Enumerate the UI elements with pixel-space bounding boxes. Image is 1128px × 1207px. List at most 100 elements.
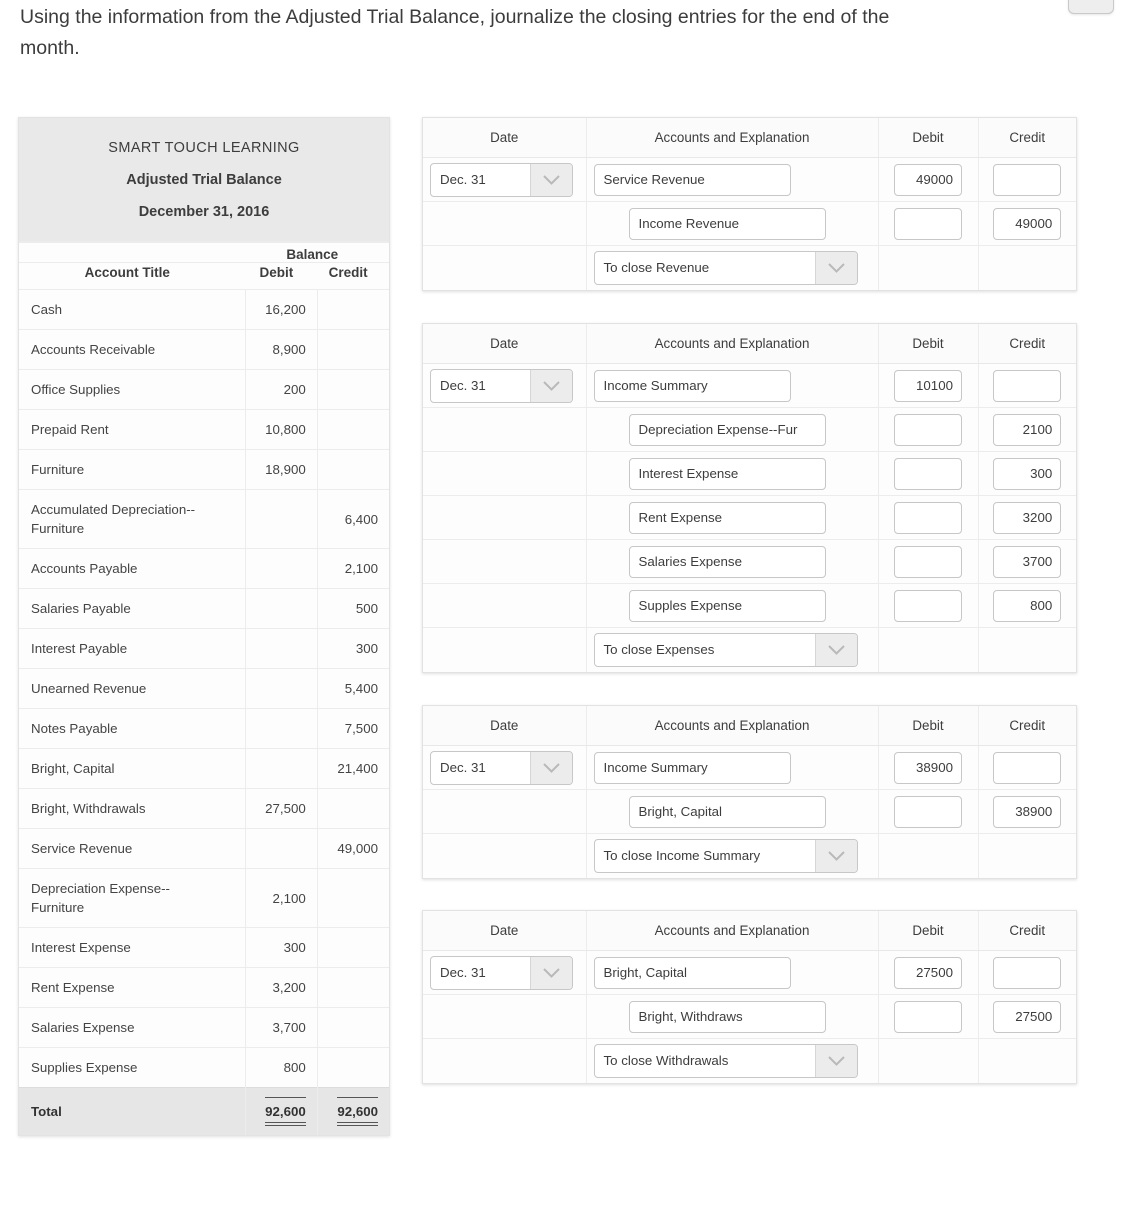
table-row: Furniture 18,900: [19, 449, 389, 490]
debit-input[interactable]: [894, 457, 962, 490]
credit-input[interactable]: [993, 369, 1062, 402]
credit-cell: [316, 369, 389, 410]
date-cell-empty: [423, 1038, 587, 1083]
debit-cell: 8,900: [245, 329, 318, 370]
debit-input[interactable]: [894, 795, 962, 828]
credit-input[interactable]: 3700: [993, 545, 1062, 578]
col-account-title: Account Title: [19, 262, 246, 289]
date-select[interactable]: Dec. 31: [430, 750, 573, 785]
journal-header-row: Date Accounts and Explanation Debit Credit: [423, 706, 1076, 746]
debit-input[interactable]: 49000: [894, 163, 962, 196]
account-title-cell: Prepaid Rent: [19, 409, 246, 450]
memo-select-value: To close Revenue: [603, 259, 710, 275]
debit-input[interactable]: [894, 207, 962, 240]
credit-input[interactable]: 49000: [993, 207, 1062, 240]
date-cell: Dec. 31: [423, 363, 587, 408]
chevron-down-icon[interactable]: [530, 163, 572, 196]
trial-balance-header: SMART TOUCH LEARNING Adjusted Trial Bala…: [19, 118, 389, 241]
debit-input[interactable]: [894, 413, 962, 446]
memo-select[interactable]: To close Revenue: [593, 250, 858, 285]
debit-cell: 38900: [878, 745, 979, 790]
debit-cell: 200: [245, 369, 318, 410]
date-select[interactable]: Dec. 31: [430, 368, 573, 403]
account-input[interactable]: Service Revenue: [593, 163, 791, 196]
report-name: Adjusted Trial Balance: [126, 172, 282, 188]
account-input[interactable]: Bright, Capital: [628, 795, 826, 828]
account-input[interactable]: Interest Expense: [628, 457, 826, 490]
date-select[interactable]: Dec. 31: [430, 955, 573, 990]
account-input[interactable]: Salaries Expense: [628, 545, 826, 578]
account-input[interactable]: Income Summary: [593, 751, 791, 784]
debit-input[interactable]: 27500: [894, 956, 962, 989]
chevron-down-icon[interactable]: [530, 369, 572, 402]
credit-cell: [978, 950, 1076, 995]
credit-input[interactable]: 38900: [993, 795, 1062, 828]
account-input[interactable]: Supples Expense: [628, 589, 826, 622]
credit-input[interactable]: [993, 751, 1062, 784]
account-input[interactable]: Bright, Withdraws: [628, 1000, 826, 1033]
company-name: SMART TOUCH LEARNING: [108, 140, 300, 156]
memo-select[interactable]: To close Income Summary: [593, 838, 858, 873]
date-select[interactable]: Dec. 31: [430, 162, 573, 197]
account-title-cell: Office Supplies: [19, 369, 246, 410]
chevron-down-icon[interactable]: [814, 633, 857, 666]
memo-cell: To close Revenue: [586, 245, 879, 290]
debit-input[interactable]: [894, 589, 962, 622]
memo-select[interactable]: To close Expenses: [593, 632, 858, 667]
col-debit: Debit: [878, 911, 979, 951]
account-input[interactable]: Depreciation Expense--Fur: [628, 413, 826, 446]
debit-input[interactable]: 10100: [894, 369, 962, 402]
col-debit: Debit: [878, 706, 979, 746]
credit-input[interactable]: 300: [993, 457, 1062, 490]
debit-cell: [878, 201, 979, 246]
account-input[interactable]: Income Summary: [593, 369, 791, 402]
credit-input[interactable]: [993, 956, 1062, 989]
date-cell-empty: [423, 451, 587, 496]
credit-input[interactable]: 3200: [993, 501, 1062, 534]
table-row: Rent Expense 3,200: [19, 967, 389, 1008]
table-row: Depreciation Expense-- Furniture 2,100: [19, 868, 389, 928]
memo-select[interactable]: To close Withdrawals: [593, 1043, 858, 1078]
account-input[interactable]: Rent Expense: [628, 501, 826, 534]
balance-group-header: Balance: [245, 242, 389, 263]
credit-input[interactable]: 2100: [993, 413, 1062, 446]
credit-cell: 800: [978, 583, 1076, 628]
credit-cell: [316, 868, 389, 928]
credit-input[interactable]: 800: [993, 589, 1062, 622]
credit-cell: [316, 788, 389, 829]
debit-input[interactable]: [894, 501, 962, 534]
journal-memo-row: To close Withdrawals: [423, 1038, 1076, 1083]
memo-select-value: To close Withdrawals: [603, 1052, 729, 1068]
table-row: Prepaid Rent 10,800: [19, 409, 389, 450]
debit-cell: 10100: [878, 363, 979, 408]
chevron-down-icon[interactable]: [530, 751, 572, 784]
debit-input[interactable]: [894, 545, 962, 578]
account-title-cell: Notes Payable: [19, 708, 246, 749]
account-input[interactable]: Bright, Capital: [593, 956, 791, 989]
chevron-down-icon[interactable]: [814, 251, 857, 284]
table-row: Office Supplies 200: [19, 369, 389, 410]
date-cell: Dec. 31: [423, 157, 587, 202]
account-cell: Bright, Capital: [586, 950, 879, 995]
account-title-cell: Service Revenue: [19, 828, 246, 869]
chevron-down-icon[interactable]: [530, 956, 572, 989]
credit-input[interactable]: [993, 163, 1062, 196]
debit-input[interactable]: [894, 1000, 962, 1033]
col-accounts: Accounts and Explanation: [586, 118, 879, 158]
account-title-cell: Salaries Expense: [19, 1007, 246, 1048]
report-date: December 31, 2016: [138, 204, 270, 220]
credit-cell: [978, 745, 1076, 790]
date-cell-empty: [423, 201, 587, 246]
account-input[interactable]: Income Revenue: [628, 207, 826, 240]
credit-cell: [316, 1047, 389, 1088]
credit-cell-empty: [978, 246, 1076, 290]
chevron-down-icon[interactable]: [814, 839, 857, 872]
chevron-down-icon[interactable]: [814, 1044, 857, 1077]
credit-input[interactable]: 27500: [993, 1000, 1062, 1033]
account-cell: Interest Expense: [586, 451, 879, 496]
corner-button[interactable]: [1068, 0, 1114, 14]
account-cell: Rent Expense: [586, 495, 879, 540]
col-credit: Credit: [978, 706, 1076, 746]
account-title-cell: Salaries Payable: [19, 588, 246, 629]
debit-input[interactable]: 38900: [894, 751, 962, 784]
